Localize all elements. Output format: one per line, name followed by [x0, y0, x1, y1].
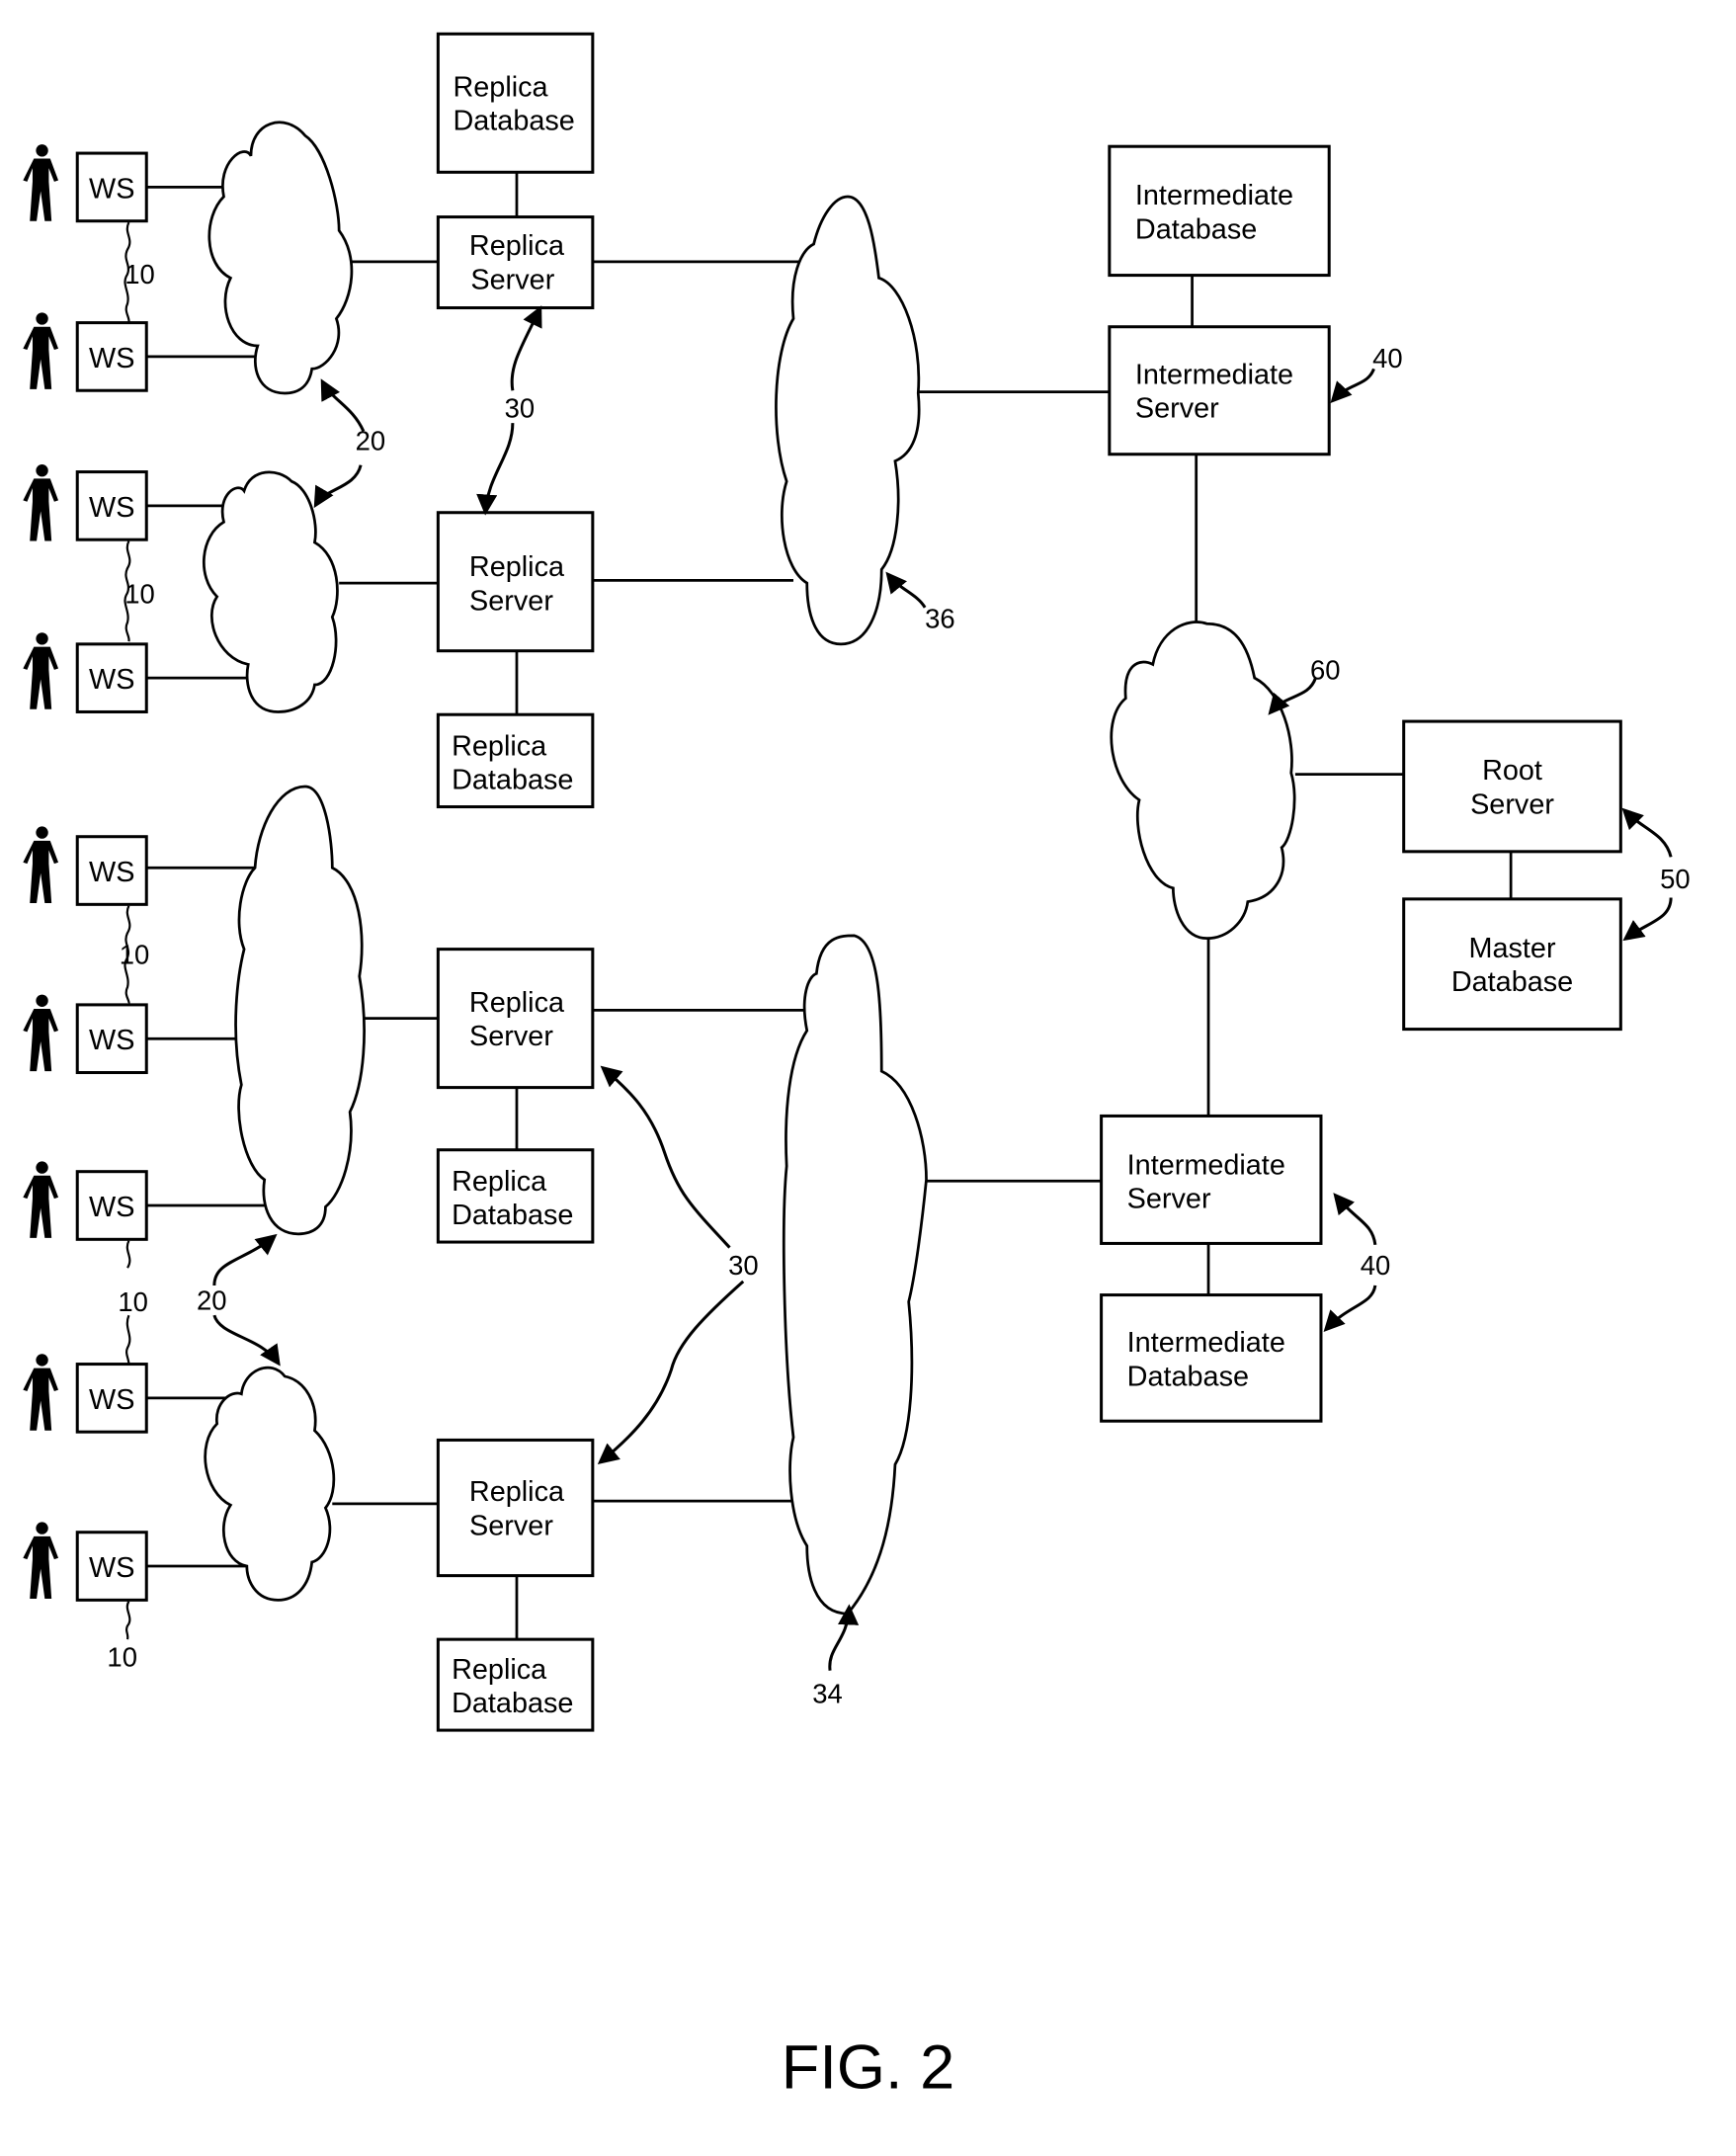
intermediate-database-label: Intermediate [1135, 180, 1293, 211]
intermediate-server-label: Intermediate [1135, 359, 1293, 390]
replica-server-label: Replica [469, 230, 565, 262]
workstation-row: WS [23, 1161, 148, 1241]
root-server-label: Root [1482, 755, 1542, 787]
person-icon [23, 144, 59, 221]
master-database-label: Master [1468, 933, 1555, 964]
reference-numeral-60: 60 [1310, 655, 1341, 686]
workstation-row: WS [23, 464, 148, 541]
reference-numeral-36: 36 [925, 603, 955, 633]
person-icon [23, 994, 59, 1072]
intermediate-database[interactable]: Intermediate Database [1100, 1293, 1323, 1423]
intermediate-database[interactable]: Intermediate Database [1108, 144, 1331, 278]
replica-server[interactable]: Replica Server [436, 215, 595, 310]
local-network-cloud-1 [207, 121, 354, 395]
workstation-label: WS [89, 1552, 134, 1584]
replica-database-label: Replica [452, 1166, 547, 1198]
wide-network-cloud-34 [782, 934, 928, 1616]
workstation-label: WS [89, 1192, 134, 1223]
workstation-row: WS [23, 632, 148, 713]
intermediate-server-label: Server [1127, 1184, 1211, 1215]
workstation-label: WS [89, 1025, 134, 1056]
reference-numeral-20: 20 [356, 426, 386, 456]
replica-database-label: Database [452, 1200, 573, 1231]
person-icon [23, 312, 59, 389]
workstation-row: WS [23, 1522, 148, 1602]
master-database-label: Database [1451, 966, 1573, 998]
reference-numeral-10: 10 [124, 259, 155, 290]
person-icon [23, 1161, 59, 1238]
intermediate-server-label: Intermediate [1127, 1149, 1285, 1181]
workstation-label: WS [89, 492, 134, 524]
person-icon [23, 826, 59, 903]
reference-numeral-30: 30 [505, 393, 536, 424]
replica-database[interactable]: Replica Database [436, 712, 595, 809]
intermediate-server-label: Server [1135, 393, 1219, 425]
workstation-row: WS [23, 144, 148, 223]
workstation-reference-leaders: 10 10 10 10 10 [107, 221, 155, 1673]
replica-database-label: Database [453, 106, 574, 137]
replica-server[interactable]: Replica Server [436, 511, 595, 653]
workstation-label: WS [89, 343, 134, 374]
replica-database[interactable]: Replica Database [436, 32, 595, 174]
workstation-label: WS [89, 857, 134, 888]
replica-database-label: Replica [452, 1654, 547, 1686]
replica-database-label: Database [452, 765, 573, 796]
local-network-cloud-2 [203, 470, 339, 713]
wide-network-cloud-36 [775, 195, 921, 646]
reference-numeral-10: 10 [124, 579, 155, 610]
replica-server-label: Replica [469, 1476, 565, 1508]
intermediate-database-label: Database [1127, 1362, 1249, 1393]
master-database[interactable]: Master Database [1402, 897, 1622, 1032]
workstation-row: WS [23, 312, 148, 392]
reference-numeral-40: 40 [1372, 343, 1403, 373]
local-network-cloud-3 [234, 785, 366, 1236]
replica-server-label: Replica [469, 987, 565, 1019]
replica-server-label: Server [469, 1510, 553, 1541]
replica-database-label: Replica [452, 730, 547, 762]
workstation-label: WS [89, 664, 134, 696]
root-server-label: Server [1470, 788, 1554, 820]
person-icon [23, 464, 59, 541]
intermediate-server[interactable]: Intermediate Server [1100, 1114, 1323, 1245]
replica-server-label: Replica [469, 551, 565, 583]
person-icon [23, 632, 59, 709]
workstation-label: WS [89, 173, 134, 205]
workstation-row: WS [23, 994, 148, 1075]
reference-numeral-20: 20 [197, 1285, 227, 1316]
intermediate-database-label: Intermediate [1127, 1327, 1285, 1359]
root-network-cloud-60 [1110, 621, 1296, 941]
replica-server[interactable]: Replica Server [436, 1438, 595, 1578]
replica-server[interactable]: Replica Server [436, 948, 595, 1090]
replica-database[interactable]: Replica Database [436, 1637, 595, 1732]
replica-server-label: Server [469, 586, 553, 618]
intermediate-server[interactable]: Intermediate Server [1108, 325, 1331, 456]
reference-numeral-10: 10 [118, 1286, 148, 1317]
reference-numeral-10: 10 [120, 940, 150, 970]
replica-server-label: Server [470, 264, 554, 295]
person-icon [23, 1522, 59, 1599]
workstation-row: WS [23, 826, 148, 906]
replica-database[interactable]: Replica Database [436, 1148, 595, 1244]
intermediate-database-label: Database [1135, 214, 1257, 246]
replica-server-label: Server [469, 1021, 553, 1052]
reference-numeral-50: 50 [1660, 864, 1691, 894]
reference-numeral-10: 10 [107, 1642, 137, 1673]
network-architecture-diagram: WS WS WS WS WS WS WS WS WS Replica Serve… [23, 32, 1691, 2102]
figure-caption: FIG. 2 [782, 2032, 954, 2102]
reference-numeral-40: 40 [1361, 1250, 1391, 1281]
reference-numeral-30: 30 [728, 1250, 759, 1281]
root-server[interactable]: Root Server [1402, 719, 1622, 854]
workstation-label: WS [89, 1384, 134, 1416]
reference-numeral-34: 34 [812, 1679, 843, 1709]
replica-database-label: Database [452, 1688, 573, 1719]
person-icon [23, 1354, 59, 1431]
replica-database-label: Replica [453, 71, 548, 103]
workstation-row: WS [23, 1354, 148, 1434]
